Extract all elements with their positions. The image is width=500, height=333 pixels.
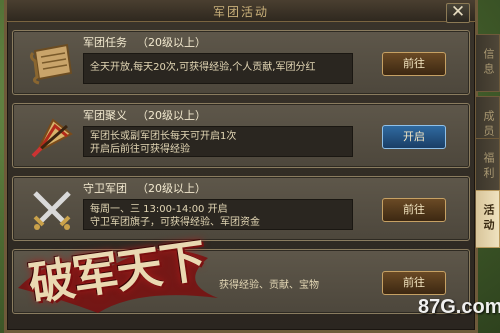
go-button[interactable]: 前往 xyxy=(382,271,446,295)
activity-desc: 军团长或副军团长每天可开启1次 开启后前往可获得经验 xyxy=(83,126,353,157)
activity-desc: 每周一、三 13:00-14:00 开启 守卫军团旗子，可获得经验、军团资金 xyxy=(83,199,353,230)
desc-line: 全天开放,每天20次,可获得经验,个人贡献,军团分红 xyxy=(90,62,316,73)
game-logo: 破军天下 xyxy=(18,228,218,323)
activity-name: 军团聚义 xyxy=(83,109,127,122)
activity-title: 守卫军团 （20级以上） xyxy=(83,180,206,196)
window-title: 军团活动 xyxy=(212,5,269,19)
desc-line: 获得经验、贡献、宝物 xyxy=(219,280,319,291)
activity-desc: 获得经验、贡献、宝物 xyxy=(213,272,353,303)
activity-name: 守卫军团 xyxy=(83,182,127,195)
scroll-icon xyxy=(29,43,73,85)
watermark: 87G.com xyxy=(418,296,500,318)
war-fan-icon xyxy=(31,118,73,158)
activity-desc: 全天开放,每天20次,可获得经验,个人贡献,军团分红 xyxy=(83,53,353,84)
activity-name: 军团任务 xyxy=(83,36,127,49)
activity-level: （20级以上） xyxy=(137,182,206,195)
close-button[interactable]: ✕ xyxy=(446,3,470,23)
activity-title: 军团聚义 （20级以上） xyxy=(83,107,206,123)
activity-level: （20级以上） xyxy=(137,36,206,49)
tab-welfare[interactable]: 福利 xyxy=(476,138,500,196)
go-button[interactable]: 前往 xyxy=(382,52,446,76)
activity-title: 军团任务 （20级以上） xyxy=(83,34,206,50)
activity-level: （20级以上） xyxy=(137,109,206,122)
tab-activity[interactable]: 活动 xyxy=(476,190,500,248)
open-button[interactable]: 开启 xyxy=(382,125,446,149)
activity-row-legion-gathering: 军团聚义 （20级以上） 军团长或副军团长每天可开启1次 开启后前往可获得经验 开… xyxy=(12,103,470,168)
desc-line: 开启后前往可获得经验 xyxy=(90,144,190,155)
desc-line: 军团长或副军团长每天可开启1次 xyxy=(90,131,237,142)
go-button[interactable]: 前往 xyxy=(382,198,446,222)
activity-row-legion-task: 军团任务 （20级以上） 全天开放,每天20次,可获得经验,个人贡献,军团分红 前… xyxy=(12,30,470,95)
desc-line: 每周一、三 13:00-14:00 开启 xyxy=(90,204,228,215)
title-bar: 军团活动 xyxy=(7,0,475,22)
tab-info[interactable]: 信息 xyxy=(476,34,500,92)
